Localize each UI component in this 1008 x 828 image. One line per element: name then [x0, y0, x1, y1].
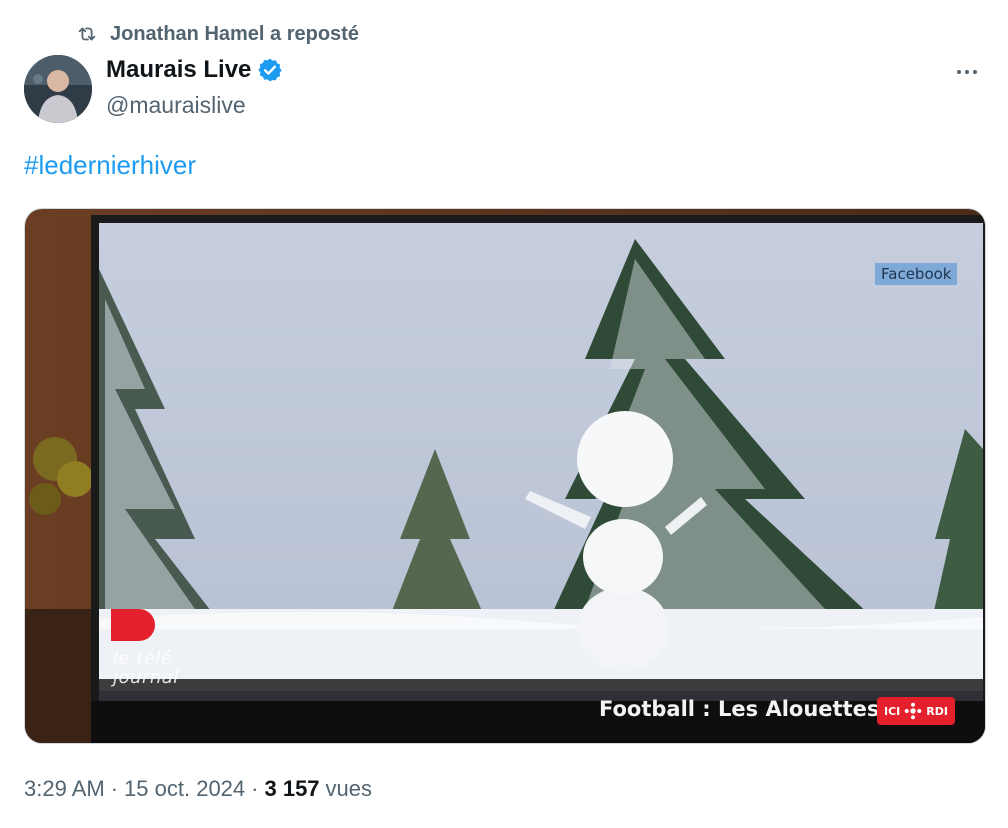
more-dot [965, 70, 969, 74]
tele-journal-text: le télé journal [113, 649, 179, 687]
tele-journal-logo [111, 609, 155, 649]
author-handle[interactable]: @mauraislive [106, 92, 246, 119]
hashtag-link[interactable]: #ledernierhiver [24, 150, 196, 181]
journal-line-2: journal [113, 667, 179, 688]
meta-separator: · [110, 776, 119, 801]
author-name[interactable]: Maurais Live [106, 56, 251, 84]
tweet-time[interactable]: 3:29 AM [24, 776, 105, 802]
tweet-meta: 3:29 AM · 15 oct. 2024 · 3 157 vues [24, 776, 372, 802]
more-options-button[interactable] [950, 60, 984, 84]
meta-separator: · [251, 776, 259, 801]
badge-left: ICI [884, 704, 901, 718]
badge-right: RDI [926, 704, 948, 718]
facebook-label: Facebook [875, 263, 958, 285]
repost-header: Jonathan Hamel a reposté [76, 20, 359, 48]
views-label: vues [325, 776, 373, 801]
news-ticker: Football : Les Alouettes d [599, 697, 902, 721]
avatar[interactable] [24, 55, 92, 123]
more-dot [973, 70, 977, 74]
repost-icon [78, 27, 96, 41]
tweet-media[interactable]: le télé journal Facebook Football : Les … [24, 208, 986, 744]
ici-rdi-badge: ICI RDI [877, 697, 955, 725]
views-count: 3 157 [264, 776, 320, 801]
more-horizontal-icon [957, 70, 961, 74]
radio-canada-gem-icon [905, 702, 922, 720]
tweet-date[interactable]: 15 oct. 2024 [124, 776, 245, 802]
repost-text[interactable]: Jonathan Hamel a reposté [110, 23, 359, 46]
author-name-row: Maurais Live [106, 56, 283, 84]
verified-badge-icon [258, 58, 283, 82]
journal-line-1: le télé [113, 648, 173, 669]
